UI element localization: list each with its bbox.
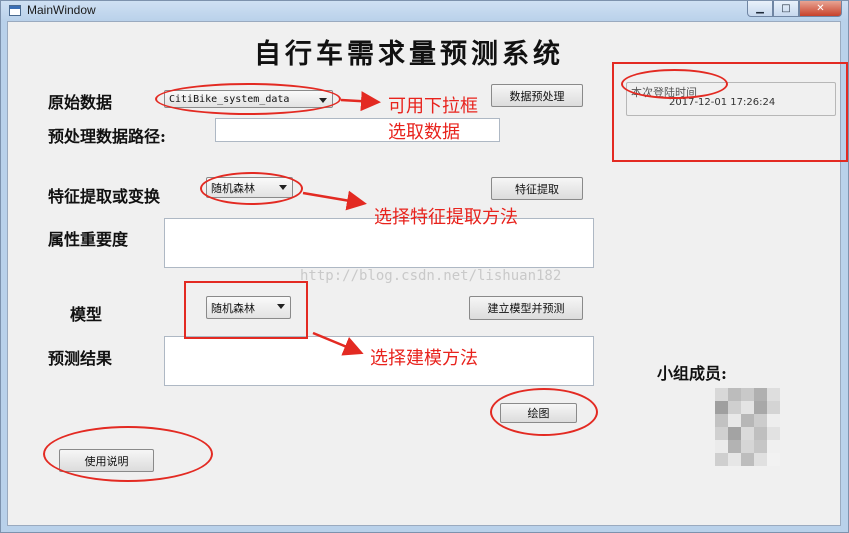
annotation-note-feature: 选择特征提取方法: [374, 207, 518, 228]
arrow-feature: [302, 190, 367, 211]
arrow-model: [312, 331, 364, 356]
annotation-note-dropdown-2: 选取数据: [388, 122, 460, 143]
annotation-note-model: 选择建模方法: [370, 348, 478, 369]
annotation-arrows: [302, 91, 381, 356]
arrow-raw-data: [340, 91, 381, 112]
annotation-note-dropdown-1: 可用下拉框: [388, 96, 478, 117]
